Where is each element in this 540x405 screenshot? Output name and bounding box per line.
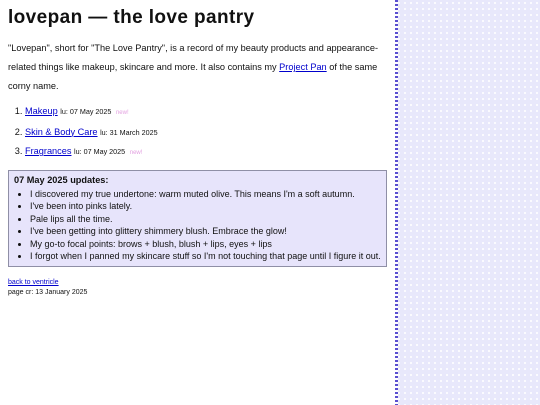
intro-paragraph: "Lovepan", short for "The Love Pantry", … bbox=[8, 39, 387, 96]
updates-list: I discovered my true undertone: warm mut… bbox=[14, 188, 381, 264]
list-item: My go-to focal points: brows + blush, bl… bbox=[30, 238, 381, 251]
last-updated: lu: 07 May 2025 bbox=[74, 147, 126, 156]
last-updated: lu: 07 May 2025 bbox=[60, 107, 112, 116]
list-item: I discovered my true undertone: warm mut… bbox=[30, 188, 381, 201]
page-edge-border bbox=[395, 0, 398, 405]
main-content: lovepan — the love pantry "Lovepan", sho… bbox=[0, 0, 395, 405]
footer: back to ventricle page cr: 13 January 20… bbox=[8, 279, 387, 296]
list-item: Pale lips all the time. bbox=[30, 213, 381, 226]
nav-item-skin-body-care: Skin & Body Care lu: 31 March 2025 bbox=[25, 123, 387, 143]
last-updated: lu: 31 March 2025 bbox=[100, 127, 158, 137]
nav-item-makeup: Makeup lu: 07 May 2025 new! bbox=[25, 102, 387, 123]
makeup-link[interactable]: Makeup bbox=[25, 106, 58, 116]
fragrances-link[interactable]: Fragrances bbox=[25, 146, 71, 156]
page-title: lovepan — the love pantry bbox=[8, 7, 255, 28]
list-item: I've been getting into glittery shimmery… bbox=[30, 225, 381, 238]
section-nav: Makeup lu: 07 May 2025 new! Skin & Body … bbox=[8, 102, 387, 163]
new-badge: new! bbox=[129, 150, 143, 156]
updates-heading: 07 May 2025 updates: bbox=[14, 174, 109, 185]
updates-box: 07 May 2025 updates: I discovered my tru… bbox=[8, 169, 387, 268]
nav-item-fragrances: Fragrances lu: 07 May 2025 new! bbox=[25, 142, 387, 163]
project-pan-link[interactable]: Project Pan bbox=[279, 62, 327, 72]
skin-body-care-link[interactable]: Skin & Body Care bbox=[25, 127, 98, 137]
new-badge: new! bbox=[115, 110, 129, 116]
list-item: I've been into pinks lately. bbox=[30, 200, 381, 213]
page-created-date: page cr: 13 January 2025 bbox=[8, 289, 88, 297]
list-item: I forgot when I panned my skincare stuff… bbox=[30, 250, 381, 263]
back-to-ventricle-link[interactable]: back to ventricle bbox=[8, 279, 59, 286]
